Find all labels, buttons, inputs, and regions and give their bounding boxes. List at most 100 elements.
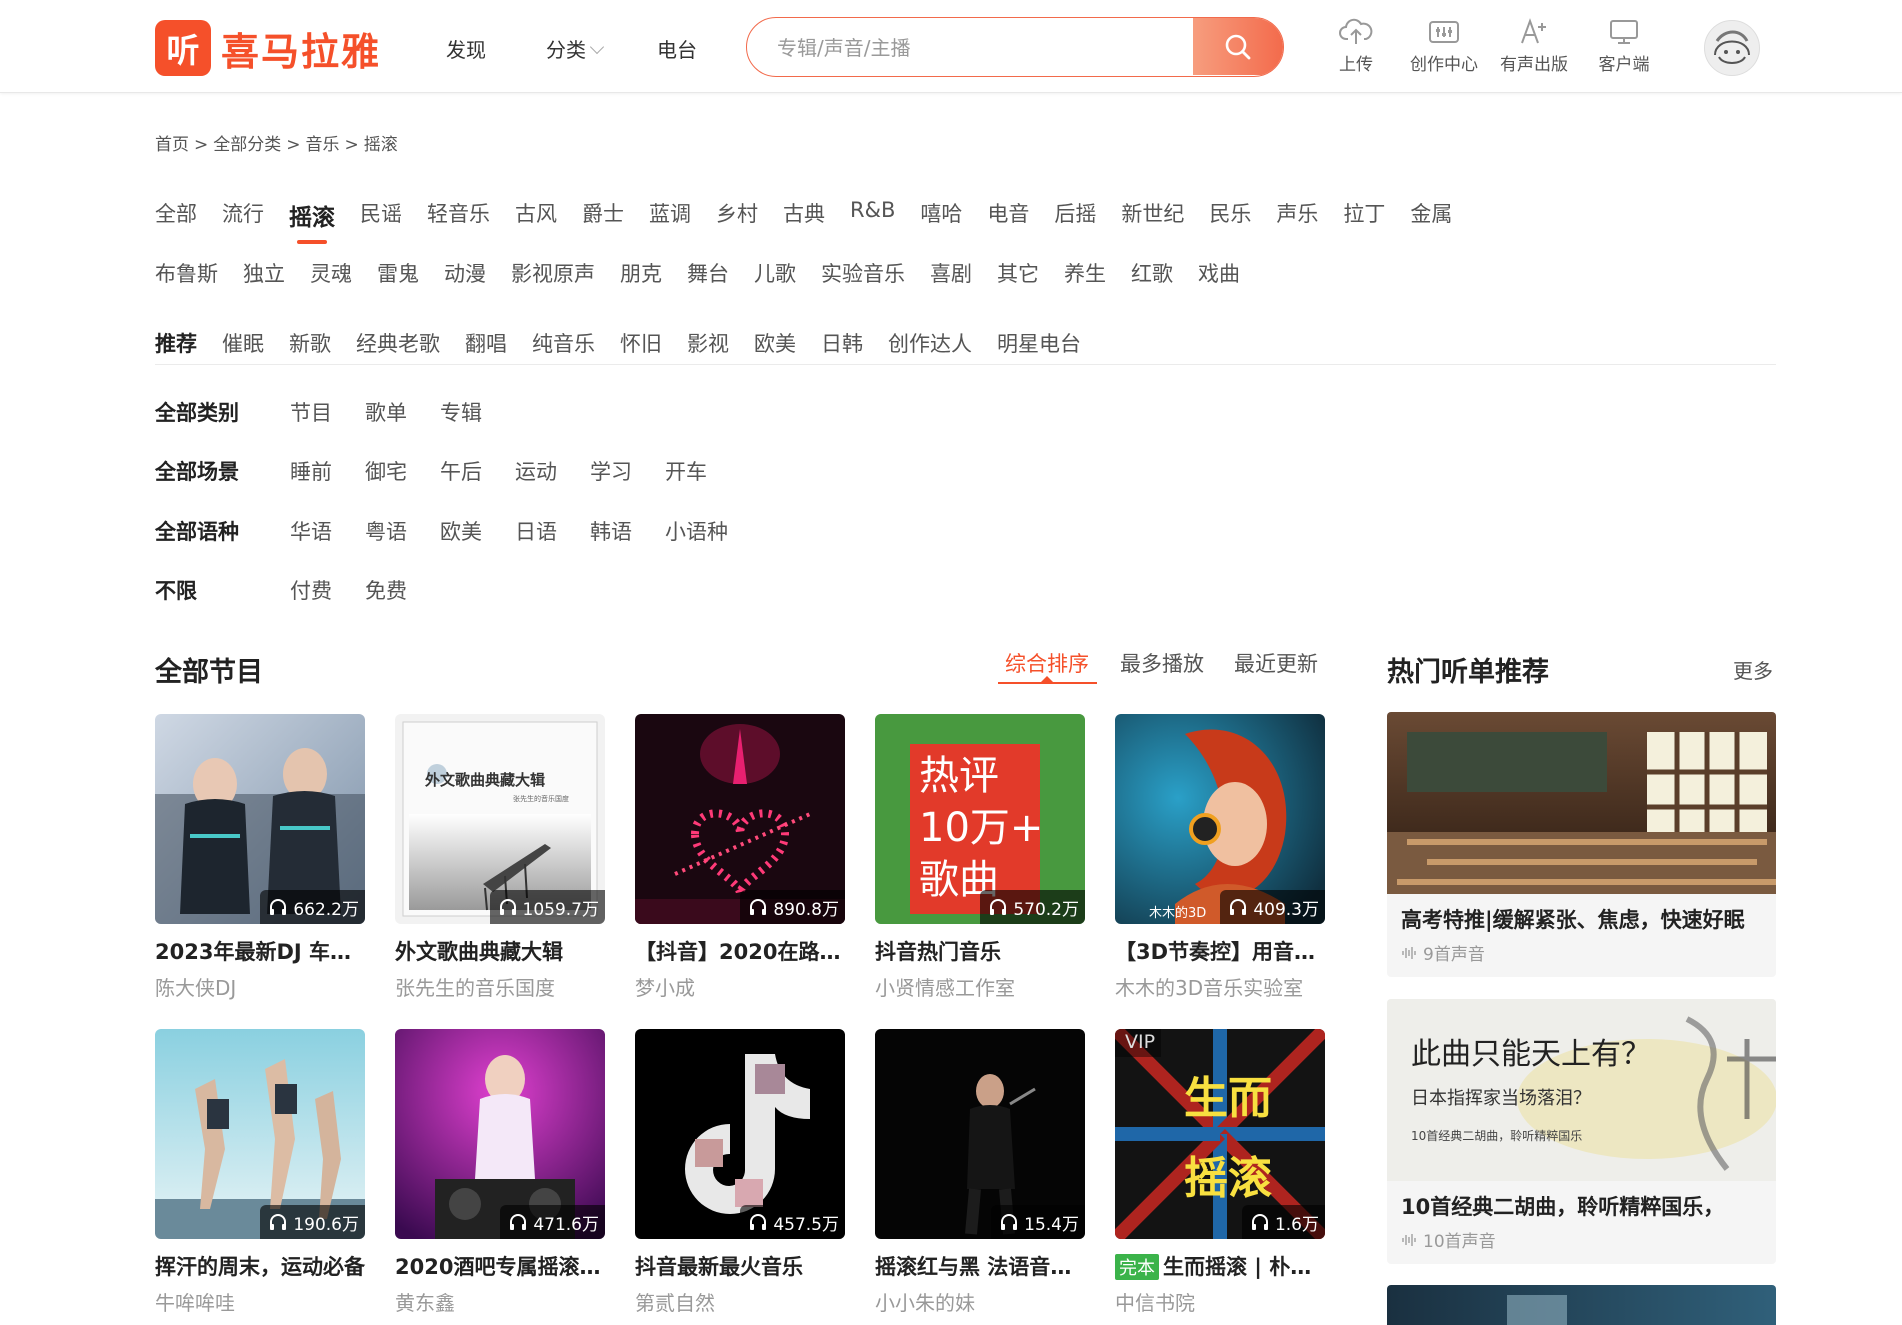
search-button[interactable] (1193, 18, 1283, 75)
category-item[interactable]: 雷鬼 (377, 258, 419, 288)
tool-upload[interactable]: 上传 (1316, 18, 1396, 75)
album-cover[interactable]: VIP 生而 摇滚 1.6万 (1115, 1029, 1325, 1239)
album-cover[interactable]: 15.4万 (875, 1029, 1085, 1239)
album-cover[interactable]: 热评 10万+ 歌曲 570.2万 (875, 714, 1085, 924)
album-author[interactable]: 张先生的音乐国度 (395, 972, 607, 1001)
category-item[interactable]: 新世纪 (1121, 198, 1184, 232)
filter-option[interactable]: 华语 (290, 516, 332, 546)
category-item[interactable]: 全部 (155, 198, 197, 232)
tag-item[interactable]: 创作达人 (888, 328, 972, 358)
filter-option[interactable]: 免费 (365, 575, 407, 605)
sort-recent[interactable]: 最近更新 (1234, 648, 1318, 678)
category-item[interactable]: 养生 (1064, 258, 1106, 288)
tag-item[interactable]: 翻唱 (465, 328, 507, 358)
tool-creator-center[interactable]: 创作中心 (1404, 18, 1484, 75)
album-title[interactable]: 抖音热门音乐 (875, 936, 1087, 966)
breadcrumb-all-categories[interactable]: 全部分类 (213, 135, 281, 155)
album-title[interactable]: 【3D节奏控】用音乐感受 (1115, 936, 1327, 966)
filter-option[interactable]: 御宅 (365, 456, 407, 486)
album-cover[interactable]: 662.2万 (155, 714, 365, 924)
album-author[interactable]: 木木的3D音乐实验室 (1115, 972, 1327, 1001)
filter-option[interactable]: 午后 (440, 456, 482, 486)
category-item[interactable]: 古风 (515, 198, 557, 232)
playlist-title[interactable]: 高考特推|缓解紧张、焦虑，快速好眠 (1387, 894, 1776, 934)
search-input[interactable] (747, 18, 1229, 76)
category-item[interactable]: 爵士 (582, 198, 624, 232)
category-item[interactable]: 金属 (1410, 198, 1452, 232)
filter-option[interactable]: 节目 (290, 397, 332, 427)
category-item[interactable]: R&B (850, 198, 895, 232)
nav-category[interactable]: 分类 (546, 34, 605, 63)
breadcrumb-home[interactable]: 首页 (155, 135, 189, 155)
playlist-title[interactable]: 10首经典二胡曲，聆听精粹国乐， (1387, 1181, 1776, 1221)
category-item[interactable]: 古典 (783, 198, 825, 232)
tag-item[interactable]: 纯音乐 (532, 328, 595, 358)
category-item[interactable]: 独立 (243, 258, 285, 288)
category-item[interactable]: 民谣 (360, 198, 402, 232)
filter-option[interactable]: 睡前 (290, 456, 332, 486)
category-item[interactable]: 动漫 (444, 258, 486, 288)
category-item[interactable]: 红歌 (1131, 258, 1173, 288)
tag-item[interactable]: 明星电台 (997, 328, 1081, 358)
album-card[interactable]: 190.6万 挥汗的周末，运动必备 牛哞哞哇 (155, 1029, 367, 1316)
album-title[interactable]: 挥汗的周末，运动必备 (155, 1251, 367, 1281)
album-author[interactable]: 梦小成 (635, 972, 847, 1001)
playlist-cover[interactable] (1387, 712, 1776, 894)
album-card[interactable]: 471.6万 2020酒吧专属摇滚嗨曲 黄东鑫 (395, 1029, 607, 1316)
album-card[interactable]: 木木的3D 409.3万 【3D节奏控】用音乐感受 木木的3D音乐实验室 (1115, 714, 1327, 1001)
tag-item[interactable]: 催眠 (222, 328, 264, 358)
filter-option[interactable]: 付费 (290, 575, 332, 605)
album-author[interactable]: 小贤情感工作室 (875, 972, 1087, 1001)
logo[interactable]: 听 喜马拉雅 (155, 20, 381, 76)
album-card[interactable]: VIP 生而 摇滚 1.6万 完本 生而摇滚 | 朴树等 中信书院 (1115, 1029, 1327, 1316)
category-item[interactable]: 舞台 (687, 258, 729, 288)
more-link[interactable]: 更多 (1733, 655, 1773, 684)
filter-option[interactable]: 粤语 (365, 516, 407, 546)
album-title[interactable]: 抖音最新最火音乐 (635, 1251, 847, 1281)
playlist-cover[interactable]: 此曲只能天上有？ 日本指挥家当场落泪？ 10首经典二胡曲，聆听精粹国乐 (1387, 999, 1776, 1181)
album-title[interactable]: 摇滚红与黑 法语音乐剧 (875, 1251, 1087, 1281)
category-item[interactable]: 嘻哈 (920, 198, 962, 232)
category-item[interactable]: 布鲁斯 (155, 258, 218, 288)
album-author[interactable]: 小小朱的妹 (875, 1287, 1087, 1316)
playlist-card[interactable]: 高考特推|缓解紧张、焦虑，快速好眠 9首声音 (1387, 712, 1776, 977)
category-item-active[interactable]: 摇滚 (289, 198, 335, 232)
playlist-card[interactable]: 此曲只能天上有？ 日本指挥家当场落泪？ 10首经典二胡曲，聆听精粹国乐 10首经… (1387, 999, 1776, 1264)
category-item[interactable]: 蓝调 (649, 198, 691, 232)
tag-item[interactable]: 欧美 (754, 328, 796, 358)
filter-option[interactable]: 韩语 (590, 516, 632, 546)
filter-option[interactable]: 运动 (515, 456, 557, 486)
sort-most-played[interactable]: 最多播放 (1120, 648, 1204, 678)
album-title[interactable]: 2020酒吧专属摇滚嗨曲 (395, 1251, 607, 1281)
album-cover[interactable]: 外文歌曲典藏大辑 张先生的音乐国度 1059.7万 (395, 714, 605, 924)
category-item[interactable]: 其它 (997, 258, 1039, 288)
filter-option[interactable]: 日语 (515, 516, 557, 546)
album-title[interactable]: 外文歌曲典藏大辑 (395, 936, 607, 966)
album-card[interactable]: 457.5万 抖音最新最火音乐 第贰自然 (635, 1029, 847, 1316)
nav-radio[interactable]: 电台 (657, 34, 697, 63)
album-card[interactable]: 890.8万 【抖音】2020在路上的歌 梦小成 (635, 714, 847, 1001)
album-cover[interactable]: 457.5万 (635, 1029, 845, 1239)
filter-option[interactable]: 专辑 (440, 397, 482, 427)
category-item[interactable]: 灵魂 (310, 258, 352, 288)
category-item[interactable]: 儿歌 (754, 258, 796, 288)
tag-item[interactable]: 影视 (687, 328, 729, 358)
playlist-card-partial[interactable] (1387, 1285, 1776, 1325)
album-card[interactable]: 15.4万 摇滚红与黑 法语音乐剧 小小朱的妹 (875, 1029, 1087, 1316)
category-item[interactable]: 喜剧 (930, 258, 972, 288)
tag-item[interactable]: 日韩 (821, 328, 863, 358)
album-card[interactable]: 热评 10万+ 歌曲 570.2万 抖音热门音乐 小贤情感工作室 (875, 714, 1087, 1001)
album-card[interactable]: 外文歌曲典藏大辑 张先生的音乐国度 1059.7万 外文歌曲典藏大辑 张先生的音… (395, 714, 607, 1001)
category-item[interactable]: 乡村 (716, 198, 758, 232)
filter-option[interactable]: 欧美 (440, 516, 482, 546)
sort-comprehensive[interactable]: 综合排序 (1005, 648, 1089, 678)
album-cover[interactable]: 190.6万 (155, 1029, 365, 1239)
tag-item[interactable]: 推荐 (155, 328, 197, 358)
tag-item[interactable]: 怀旧 (620, 328, 662, 358)
nav-discover[interactable]: 发现 (446, 34, 486, 63)
filter-type-label[interactable]: 全部类别 (155, 397, 290, 427)
user-avatar[interactable] (1704, 20, 1760, 76)
filter-price-label[interactable]: 不限 (155, 575, 290, 605)
album-title[interactable]: 2023年最新DJ 车载音乐 (155, 936, 367, 966)
category-item[interactable]: 戏曲 (1198, 258, 1240, 288)
